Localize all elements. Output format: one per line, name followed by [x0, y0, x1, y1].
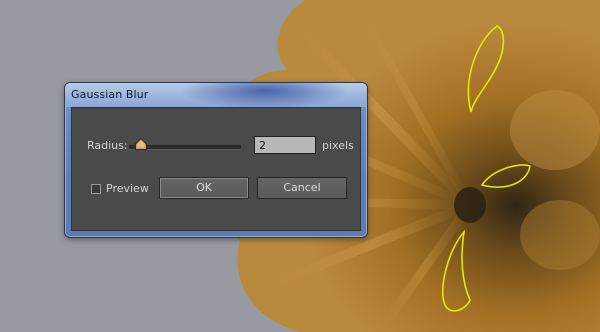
dialog-content: Radius: pixels Preview OK Cancel — [71, 107, 361, 231]
dialog-title: Gaussian Blur — [71, 88, 149, 101]
gaussian-blur-dialog: Gaussian Blur Radius: pixels Preview OK … — [64, 82, 368, 238]
radius-units-label: pixels — [322, 139, 354, 152]
radius-input[interactable] — [254, 136, 316, 154]
cancel-button[interactable]: Cancel — [257, 177, 347, 199]
preview-checkbox[interactable] — [91, 184, 101, 194]
radius-label: Radius: — [87, 139, 128, 152]
preview-label[interactable]: Preview — [106, 182, 149, 195]
radius-slider-thumb[interactable] — [135, 138, 147, 150]
dialog-title-bar[interactable]: Gaussian Blur — [65, 83, 367, 107]
ok-button[interactable]: OK — [159, 177, 249, 199]
